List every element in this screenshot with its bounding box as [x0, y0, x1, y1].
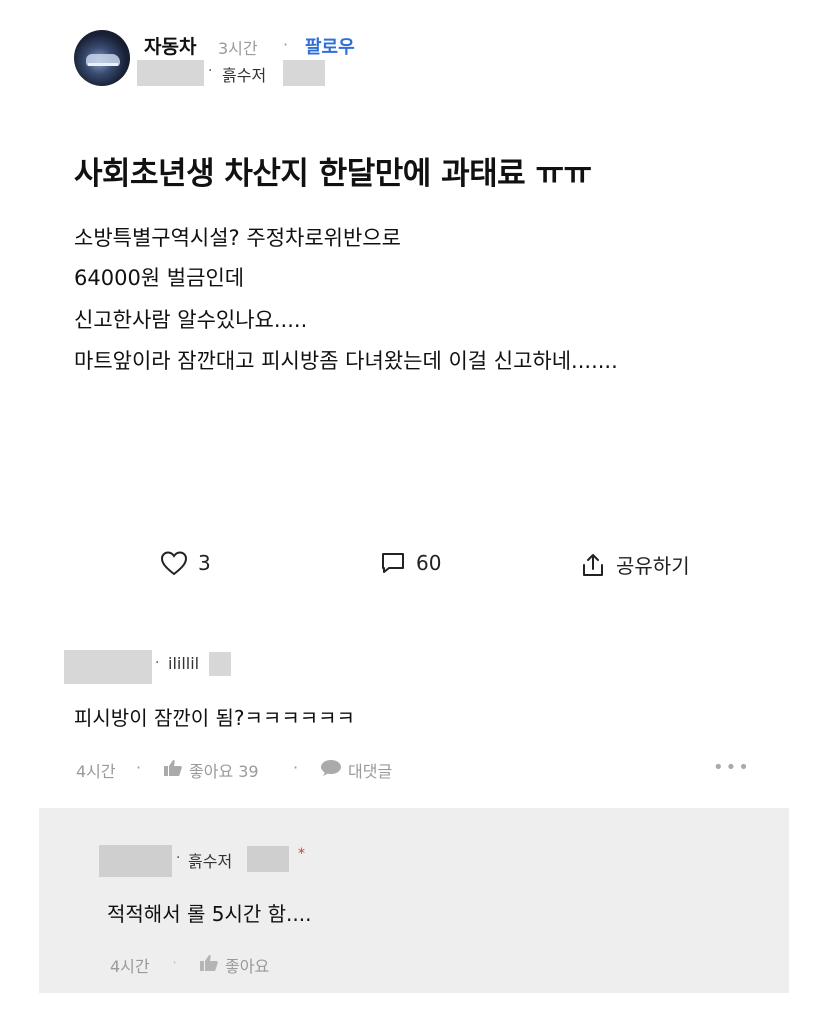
like-count: 3 [198, 551, 211, 575]
thumbs-up-icon [199, 954, 219, 976]
comment-icon [380, 550, 406, 576]
comment-count: 60 [416, 551, 442, 575]
post-body-line-3: 신고한사람 알수있나요..... [74, 308, 308, 332]
post-body-line-1: 소방특별구역시설? 주정차로위반으로 [74, 226, 401, 250]
thumbs-up-icon [163, 759, 183, 781]
post-time: 3시간 [218, 39, 258, 58]
more-options-button[interactable]: ••• [713, 757, 751, 778]
headlight-image [88, 63, 118, 66]
reply-label: 대댓글 [348, 762, 393, 781]
comment-like-button[interactable]: 좋아요 39 [163, 758, 259, 782]
reply-time: 4시간 [110, 957, 150, 976]
separator-dot-7: · [172, 953, 178, 972]
heart-icon [160, 550, 188, 576]
reply-button[interactable]: 대댓글 [320, 758, 392, 782]
post-body-line-4: 마트앞이라 잠깐대고 피시방좀 다녀왔는데 이걸 신고하네....... [74, 349, 618, 373]
author-badge: * [298, 846, 305, 862]
redacted-replier-name [99, 845, 172, 877]
like-action[interactable]: 3 [160, 550, 211, 576]
share-action[interactable]: 공유하기 [580, 550, 690, 579]
speech-bubble-icon [320, 759, 342, 781]
separator-dot-4: · [136, 758, 142, 777]
separator-dot-2: · [208, 63, 213, 79]
author-avatar[interactable] [74, 30, 130, 86]
reply-like-label: 좋아요 [225, 957, 270, 976]
follow-button[interactable]: 팔로우 [305, 33, 355, 59]
reply-text: 적적해서 롤 5시간 함.... [107, 902, 312, 926]
comment-time: 4시간 [76, 762, 116, 781]
post-title: 사회초년생 차산지 한달만에 과태료 ㅠㅠ [74, 156, 592, 192]
redacted-commenter-name [64, 650, 152, 684]
separator-dot-3: · [155, 655, 160, 671]
share-label: 공유하기 [616, 554, 690, 578]
redacted-nickname [137, 60, 204, 86]
author-company: 흙수저 [222, 66, 267, 85]
redacted-company [283, 60, 325, 86]
reply-like-button[interactable]: 좋아요 [199, 953, 269, 977]
replier-company: 흙수저 [188, 852, 233, 871]
separator-dot-5: · [293, 758, 299, 777]
commenter-company: ilillil [168, 654, 200, 673]
comment-text: 피시방이 잠깐이 됨?ㅋㅋㅋㅋㅋㅋ [74, 706, 355, 730]
share-icon [580, 552, 606, 578]
redacted-replier-company [247, 846, 289, 872]
comment-action[interactable]: 60 [380, 550, 441, 576]
redacted-commenter-company [209, 652, 231, 676]
author-name[interactable]: 자동차 [144, 32, 196, 59]
separator-dot-6: · [176, 850, 181, 866]
post-body-line-2: 64000원 벌금인데 [74, 266, 245, 290]
comment-like-label: 좋아요 39 [189, 762, 259, 781]
separator-dot: · [283, 35, 289, 54]
